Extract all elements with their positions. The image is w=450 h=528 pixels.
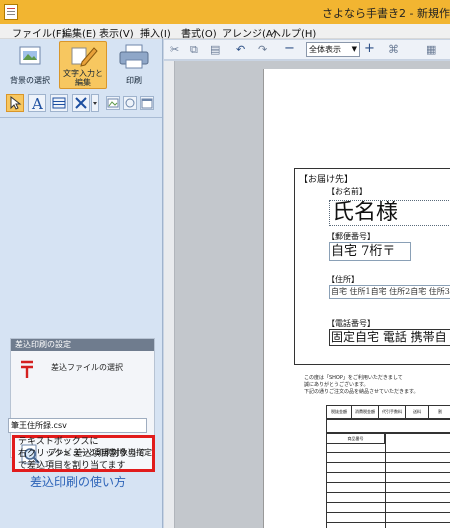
summary-header-cell: 代引手数料 (379, 406, 406, 418)
table-row (327, 492, 450, 493)
print-button[interactable]: 印刷 (110, 41, 158, 89)
table-row (327, 462, 450, 463)
note-line-3: 下記の通りご注文の品を納品させていただきます。 (304, 389, 419, 395)
summary-header-cell: 割 (438, 409, 442, 414)
summary-header-cell: 税抜金額 (327, 406, 352, 418)
note-line-1: この度は「SHOP」をご利用いただきまして (304, 375, 403, 381)
shape-tool-button[interactable] (72, 94, 90, 112)
shape-dropdown-button[interactable] (91, 94, 99, 112)
panel-divider (0, 117, 162, 118)
left-panel: 背景の選択 文字入力と編集 印刷 A 差込印刷の設定 差込ファイルの選択 筆王住… (0, 39, 163, 528)
tel-text-box[interactable]: 固定自宅 電話 携帯自 (329, 329, 450, 346)
summary-header-cell: 消費税金額 (352, 406, 379, 418)
merge-file-field[interactable]: 筆王住所録.csv (8, 418, 147, 433)
menu-view[interactable]: 表示(V) (99, 25, 134, 40)
stamp-icon (125, 98, 135, 108)
menu-edit[interactable]: 編集(E) (62, 25, 96, 40)
canvas-area[interactable]: 【お届け先】 【お名前】 氏名様 【郵便番号】 自宅 7桁〒 【住所】 自宅 住… (164, 61, 450, 528)
text-edit-label: 文字入力と編集 (63, 69, 103, 87)
select-merge-file-label: 差込ファイルの選択 (51, 363, 123, 372)
grid-icon[interactable]: ▦ (426, 43, 436, 56)
print-label: 印刷 (126, 76, 142, 85)
menu-file[interactable]: ファイル(F) (12, 25, 66, 40)
zip-label: 【郵便番号】 (327, 232, 375, 241)
table-row (327, 512, 450, 513)
printer-icon (119, 44, 149, 69)
table-column-divider (385, 434, 386, 528)
image-icon (107, 98, 119, 108)
cut-icon[interactable]: ✂ (170, 43, 179, 56)
merge-print-title: 差込印刷の設定 (11, 339, 154, 351)
menu-format[interactable]: 書式(O) (181, 25, 217, 40)
table-row (327, 482, 450, 483)
menu-bar: ファイル(F) 編集(E) 表示(V) 挿入(I) 書式(O) アレンジ(A) … (0, 24, 450, 40)
zoom-out-icon[interactable]: − (284, 41, 295, 56)
calendar-icon (141, 98, 153, 109)
text-edit-button[interactable]: 文字入力と編集 (59, 41, 107, 89)
menu-arrange[interactable]: アレンジ(A) (222, 25, 277, 40)
document-page[interactable]: 【お届け先】 【お名前】 氏名様 【郵便番号】 自宅 7桁〒 【住所】 自宅 住… (264, 69, 450, 528)
undo-icon[interactable]: ↶ (236, 43, 245, 56)
pointer-tool-button[interactable] (6, 94, 24, 112)
background-select-button[interactable]: 背景の選択 (6, 41, 54, 89)
table-row (327, 522, 450, 523)
tool-bar-small: A (6, 94, 161, 114)
vertical-ruler (164, 61, 175, 528)
merge-print-help-link[interactable]: 差込印刷の使い方 (30, 473, 126, 490)
background-select-label: 背景の選択 (10, 76, 50, 85)
link-icon[interactable]: ⌘ (388, 43, 399, 56)
summary-values-row (326, 419, 450, 433)
delivery-header: 【お届け先】 (299, 175, 354, 185)
redo-icon[interactable]: ↷ (258, 43, 267, 56)
table-icon (52, 97, 66, 109)
chevron-down-icon: ▼ (351, 45, 357, 53)
toolbar: ✂ ⧉ ▤ ↶ ↷ − 全体表示 ▼ + ⌘ ▦ (164, 40, 450, 60)
table-tool-button[interactable] (50, 94, 68, 112)
zip-text-box[interactable]: 自宅 7桁〒 (329, 242, 411, 261)
help-text-line-2: 右クリック> 差込項目割り当て (18, 449, 146, 459)
item-number-header: 商品番号 (327, 434, 385, 444)
stamp-tool-button[interactable] (123, 96, 137, 110)
title-bar: さよなら手書き2 - 新規作 (0, 0, 450, 24)
calendar-tool-button[interactable] (140, 96, 154, 110)
note-line-2: 誠にありがとうございます。 (304, 382, 369, 388)
text-tool-button[interactable]: A (28, 94, 46, 113)
zoom-select-value: 全体表示 (309, 45, 341, 54)
summary-table: 税抜金額 消費税金額 代引手数料 送料 割 (326, 405, 450, 419)
table-row (327, 472, 450, 473)
name-label: 【お名前】 (327, 187, 367, 196)
image-tool-button[interactable] (106, 96, 120, 110)
tel-label: 【電話番号】 (327, 319, 375, 328)
summary-header-cell: 送料 (406, 406, 429, 418)
app-icon[interactable] (4, 4, 18, 20)
cursor-icon (10, 95, 22, 110)
copy-icon[interactable]: ⧉ (190, 43, 198, 57)
window-title: さよなら手書き2 - 新規作 (322, 7, 450, 20)
menu-help[interactable]: ヘルプ(H) (271, 25, 316, 40)
paste-icon[interactable]: ▤ (210, 43, 220, 56)
table-row (327, 502, 450, 503)
table-row (327, 452, 450, 453)
menu-insert[interactable]: 挿入(I) (140, 25, 171, 40)
name-text-box[interactable]: 氏名様 (329, 200, 450, 226)
postal-mark-icon (21, 360, 33, 378)
cross-icon (75, 97, 87, 109)
text-a-icon: A (31, 95, 43, 113)
chevron-down-icon (93, 102, 97, 105)
pencil-icon (71, 47, 98, 67)
zoom-in-icon[interactable]: + (364, 41, 375, 56)
select-merge-file-button[interactable]: 差込ファイルの選択 (15, 357, 151, 381)
address-text-box[interactable]: 自宅 住所1自宅 住所2自宅 住所3 (329, 285, 450, 299)
background-icon (19, 46, 41, 65)
delivery-address-box: 【お届け先】 【お名前】 氏名様 【郵便番号】 自宅 7桁〒 【住所】 自宅 住… (294, 168, 450, 365)
zoom-select[interactable]: 全体表示 ▼ (306, 42, 360, 57)
address-label: 【住所】 (327, 275, 359, 284)
items-table: 商品番号 (326, 433, 450, 528)
help-text-line-1: テキストボックスに (18, 437, 99, 447)
svg-text:A: A (31, 95, 43, 111)
help-text-line-3: で差込項目を割り当てます (18, 461, 126, 471)
